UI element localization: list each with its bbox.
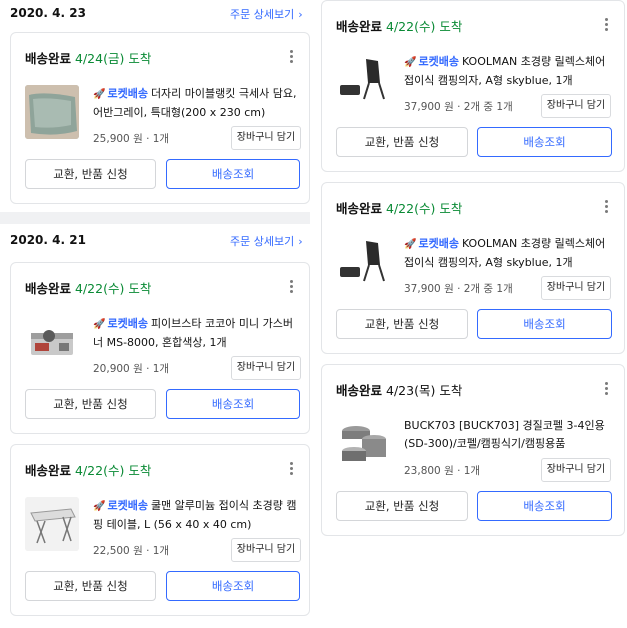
delivery-status: 배송완료 4/22(수) 도착 <box>25 463 152 478</box>
rocket-icon: 🚀 <box>93 89 106 100</box>
camping-chair-icon[interactable] <box>336 235 390 289</box>
add-to-cart-button[interactable]: 장바구니 담기 <box>231 126 301 150</box>
product-price: 20,900 원 · 1개 <box>93 363 170 375</box>
camping-table-icon[interactable] <box>25 497 79 551</box>
return-request-button[interactable]: 교환, 반품 신청 <box>25 389 156 419</box>
track-delivery-button[interactable]: 배송조회 <box>166 389 300 419</box>
product-price: 37,900 원 · 2개 중 1개 <box>404 283 513 295</box>
chevron-right-icon: › <box>298 235 303 248</box>
order-group-header: 2020. 4. 21 주문 상세보기 › <box>0 227 310 257</box>
track-delivery-button[interactable]: 배송조회 <box>166 159 300 189</box>
rocket-icon: 🚀 <box>93 319 106 330</box>
product-price: 22,500 원 · 1개 <box>93 545 170 557</box>
camping-chair-icon[interactable] <box>336 53 390 107</box>
more-options-icon[interactable] <box>285 279 297 295</box>
order-date: 2020. 4. 23 <box>10 6 86 20</box>
rocket-icon: 🚀 <box>404 57 417 68</box>
add-to-cart-button[interactable]: 장바구니 담기 <box>541 94 611 118</box>
more-options-icon[interactable] <box>285 461 297 477</box>
left-column: 2020. 4. 23 주문 상세보기 › 배송완료 4/24(금) 도착 🚀 로켓배… <box>0 0 320 628</box>
track-delivery-button[interactable]: 배송조회 <box>477 491 612 521</box>
track-delivery-button[interactable]: 배송조회 <box>166 571 300 601</box>
order-group-header: 2020. 4. 23 주문 상세보기 › <box>0 0 310 30</box>
product-name[interactable]: 🚀 로켓배송 쿨맨 알루미늄 접이식 초경량 캠핑 테이블, L (56 x 40 … <box>93 497 299 534</box>
product-name[interactable]: 🚀 로켓배송 피이브스타 코코아 미니 가스버너 MS-8000, 혼합색상, 1개 <box>93 315 299 352</box>
rocket-icon: 🚀 <box>404 239 417 250</box>
order-card: 배송완료 4/22(수) 도착 🚀 로켓배송 피이브스타 코코아 미니 가스버너 MS… <box>10 262 310 434</box>
product-price: 37,900 원 · 2개 중 1개 <box>404 101 513 113</box>
more-options-icon[interactable] <box>600 199 612 215</box>
order-date: 2020. 4. 21 <box>10 233 86 247</box>
return-request-button[interactable]: 교환, 반품 신청 <box>336 491 468 521</box>
group-separator <box>0 212 310 224</box>
product-price: 23,800 원 · 1개 <box>404 465 481 477</box>
gas-burner-icon[interactable] <box>25 315 79 369</box>
add-to-cart-button[interactable]: 장바구니 담기 <box>541 276 611 300</box>
blanket-icon[interactable] <box>25 85 79 139</box>
add-to-cart-button[interactable]: 장바구니 담기 <box>231 356 301 380</box>
return-request-button[interactable]: 교환, 반품 신청 <box>25 159 156 189</box>
product-price: 25,900 원 · 1개 <box>93 133 170 145</box>
order-detail-link[interactable]: 주문 상세보기 › <box>230 6 303 22</box>
rocket-icon: 🚀 <box>93 501 106 512</box>
order-card: 배송완료 4/22(수) 도착 🚀 로켓배송 KOOLMAN 초경량 릴렉스체어 접이… <box>321 182 625 354</box>
delivery-status: 배송완료 4/23(목) 도착 <box>336 383 463 398</box>
order-card: 배송완료 4/22(수) 도착 🚀 로켓배송 쿨맨 알루미늄 접이식 초경량 캠핑 테… <box>10 444 310 616</box>
more-options-icon[interactable] <box>600 17 612 33</box>
delivery-status: 배송완료 4/22(수) 도착 <box>336 201 463 216</box>
track-delivery-button[interactable]: 배송조회 <box>477 127 612 157</box>
return-request-button[interactable]: 교환, 반품 신청 <box>336 127 468 157</box>
order-card: 배송완료 4/23(목) 도착 BUCK703 [BUCK703] 경질코펠 3-… <box>321 364 625 536</box>
right-column: 배송완료 4/22(수) 도착 🚀 로켓배송 KOOLMAN 초경량 릴렉스체어 접이… <box>320 0 627 628</box>
product-name[interactable]: 🚀 로켓배송 더자리 마이블랭킷 극세사 담요, 어반그레이, 특대형(200 x … <box>93 85 299 122</box>
product-name[interactable]: 🚀 로켓배송 KOOLMAN 초경량 릴렉스체어 접이식 캠핑의자, A형 skyb… <box>404 53 614 90</box>
order-card: 배송완료 4/24(금) 도착 🚀 로켓배송 더자리 마이블랭킷 극세사 담요, 어반… <box>10 32 310 204</box>
chevron-right-icon: › <box>298 8 303 21</box>
product-name[interactable]: BUCK703 [BUCK703] 경질코펠 3-4인용(SD-300)/코펠/… <box>404 417 614 453</box>
more-options-icon[interactable] <box>285 49 297 65</box>
add-to-cart-button[interactable]: 장바구니 담기 <box>541 458 611 482</box>
track-delivery-button[interactable]: 배송조회 <box>477 309 612 339</box>
return-request-button[interactable]: 교환, 반품 신청 <box>25 571 156 601</box>
delivery-status: 배송완료 4/24(금) 도착 <box>25 51 152 66</box>
add-to-cart-button[interactable]: 장바구니 담기 <box>231 538 301 562</box>
delivery-status: 배송완료 4/22(수) 도착 <box>336 19 463 34</box>
order-card: 배송완료 4/22(수) 도착 🚀 로켓배송 KOOLMAN 초경량 릴렉스체어 접이… <box>321 0 625 172</box>
cookware-set-icon[interactable] <box>336 417 390 471</box>
delivery-status: 배송완료 4/22(수) 도착 <box>25 281 152 296</box>
return-request-button[interactable]: 교환, 반품 신청 <box>336 309 468 339</box>
product-name[interactable]: 🚀 로켓배송 KOOLMAN 초경량 릴렉스체어 접이식 캠핑의자, A형 skyb… <box>404 235 614 272</box>
order-detail-link[interactable]: 주문 상세보기 › <box>230 233 303 249</box>
more-options-icon[interactable] <box>600 381 612 397</box>
